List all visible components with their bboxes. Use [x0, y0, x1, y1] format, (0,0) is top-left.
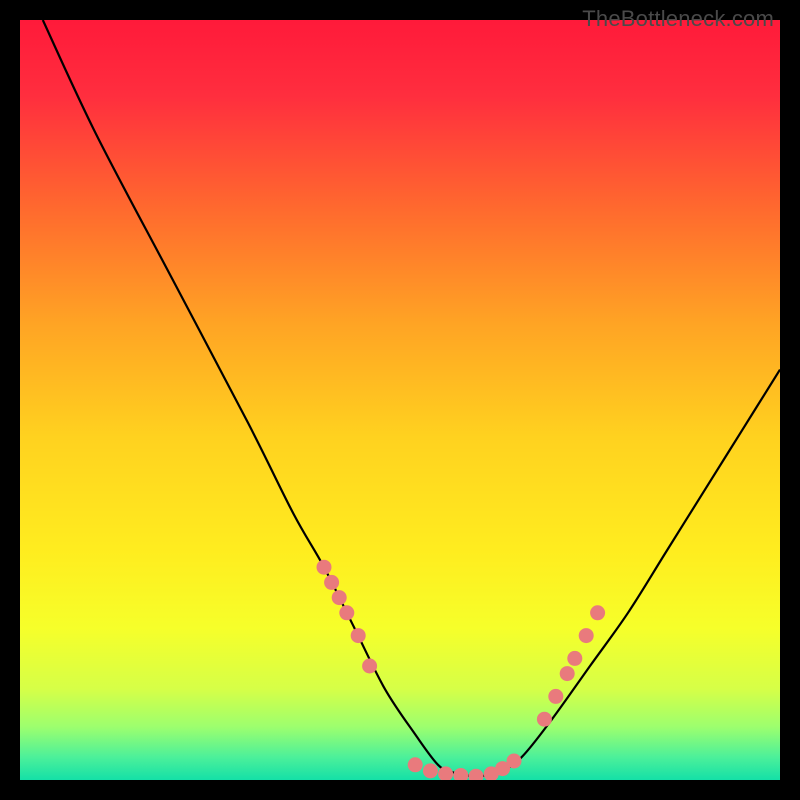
highlight-dot [537, 712, 552, 727]
highlight-dot [332, 590, 347, 605]
highlight-dot [560, 666, 575, 681]
highlight-dot [579, 628, 594, 643]
highlight-dot [507, 754, 522, 769]
gradient-background [20, 20, 780, 780]
bottleneck-chart [20, 20, 780, 780]
highlight-dot [351, 628, 366, 643]
highlight-dot [408, 757, 423, 772]
highlight-dot [567, 651, 582, 666]
chart-frame: TheBottleneck.com [20, 20, 780, 780]
highlight-dot [339, 605, 354, 620]
highlight-dot [324, 575, 339, 590]
highlight-dot [362, 659, 377, 674]
highlight-dot [423, 763, 438, 778]
watermark-text: TheBottleneck.com [582, 6, 774, 32]
highlight-dot [317, 560, 332, 575]
highlight-dot [548, 689, 563, 704]
highlight-dot [590, 605, 605, 620]
